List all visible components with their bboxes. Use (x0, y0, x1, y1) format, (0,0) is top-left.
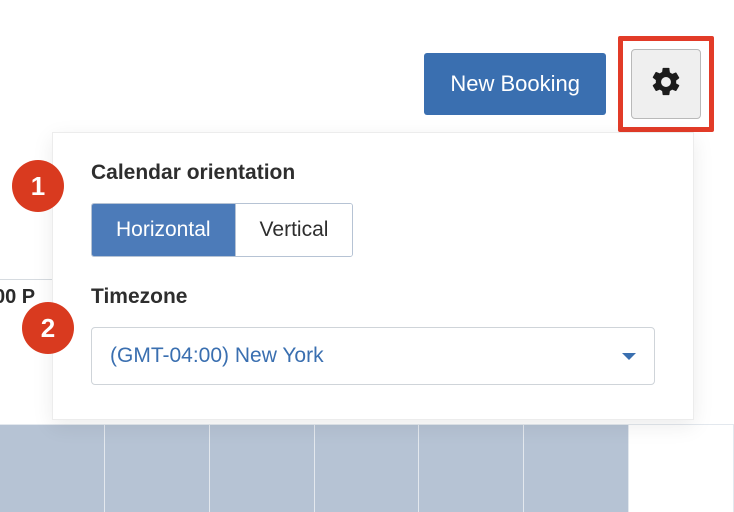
new-booking-button[interactable]: New Booking (424, 53, 606, 115)
settings-button[interactable] (631, 49, 701, 119)
calendar-cell (210, 424, 315, 512)
calendar-grid (0, 424, 734, 512)
timezone-selected-value: (GMT-04:00) New York (110, 344, 324, 368)
orientation-segmented-control: Horizontal Vertical (91, 203, 353, 257)
calendar-hour-divider (0, 279, 56, 280)
calendar-cell (105, 424, 210, 512)
orientation-option-horizontal[interactable]: Horizontal (92, 204, 236, 256)
orientation-option-vertical[interactable]: Vertical (236, 204, 353, 256)
annotation-highlight-box (618, 36, 714, 132)
chevron-down-icon (622, 353, 636, 360)
calendar-cell (419, 424, 524, 512)
toolbar: New Booking (424, 36, 714, 132)
calendar-hour-label: 00 P (0, 286, 35, 309)
calendar-cell (0, 424, 105, 512)
orientation-label: Calendar orientation (91, 161, 655, 185)
calendar-cell (315, 424, 420, 512)
timezone-label: Timezone (91, 285, 655, 309)
timezone-select[interactable]: (GMT-04:00) New York (91, 327, 655, 385)
calendar-cell (524, 424, 629, 512)
annotation-callout-2: 2 (22, 302, 74, 354)
annotation-callout-1: 1 (12, 160, 64, 212)
settings-popover: Calendar orientation Horizontal Vertical… (52, 132, 694, 420)
gear-icon (649, 65, 683, 104)
calendar-cell (629, 424, 734, 512)
